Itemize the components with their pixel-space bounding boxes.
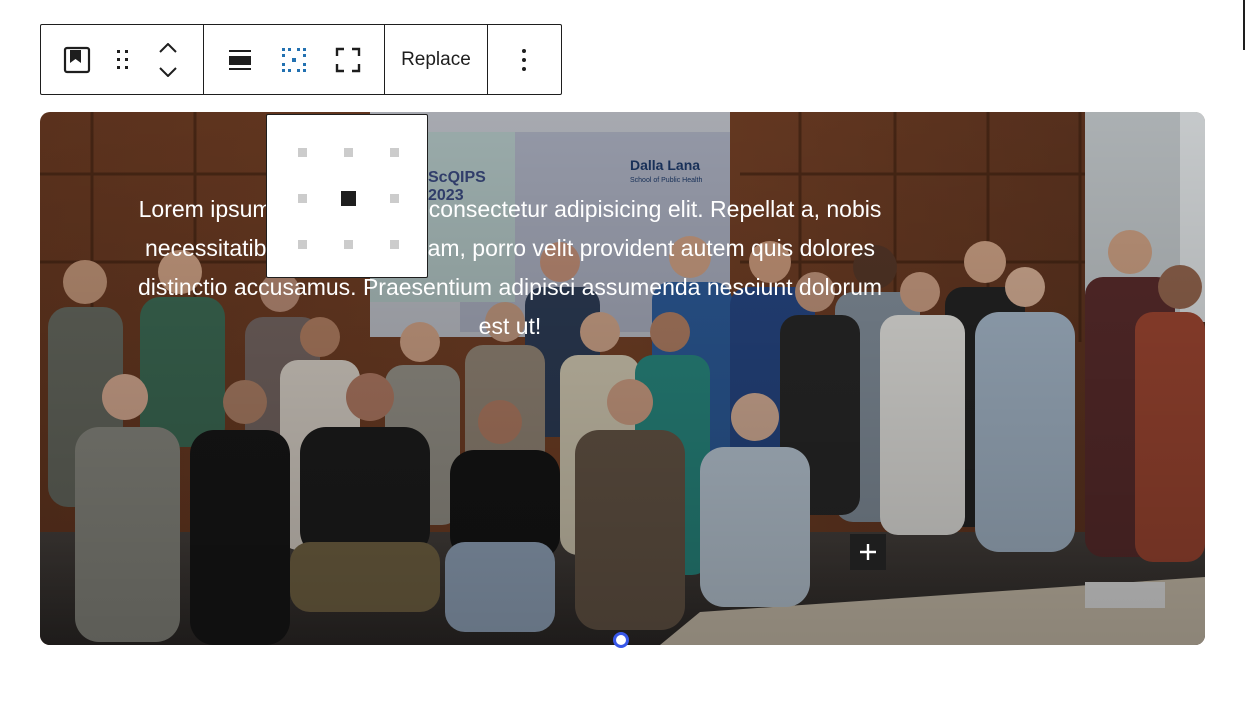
change-content-position-button[interactable]	[276, 25, 312, 94]
toolbar-group-layout	[204, 25, 385, 94]
position-dot	[389, 239, 399, 249]
position-top-right[interactable]	[371, 129, 417, 175]
align-icon	[229, 49, 251, 70]
position-dot	[297, 147, 307, 157]
position-bottom-left[interactable]	[279, 221, 325, 267]
chevron-up-icon[interactable]	[159, 42, 177, 53]
position-dot-selected	[340, 190, 356, 206]
drag-handle-button[interactable]	[113, 25, 133, 94]
position-center-center[interactable]	[325, 175, 371, 221]
full-height-button[interactable]	[312, 25, 384, 94]
move-buttons	[133, 25, 203, 94]
toolbar-group-options	[488, 25, 561, 94]
more-vertical-icon	[522, 48, 527, 71]
align-button[interactable]	[204, 25, 276, 94]
position-center-right[interactable]	[371, 175, 417, 221]
position-dot	[343, 147, 353, 157]
position-center-left[interactable]	[279, 175, 325, 221]
block-type-button[interactable]	[41, 25, 113, 94]
resize-handle[interactable]	[613, 632, 629, 648]
add-block-button[interactable]	[850, 534, 886, 570]
more-options-button[interactable]	[488, 25, 561, 94]
chevron-down-icon[interactable]	[159, 66, 177, 77]
fullscreen-icon	[335, 47, 361, 72]
position-dot	[297, 193, 307, 203]
block-toolbar: Replace	[40, 24, 562, 95]
drag-icon	[117, 49, 128, 69]
replace-button[interactable]: Replace	[385, 25, 487, 94]
position-bottom-right[interactable]	[371, 221, 417, 267]
cover-icon	[63, 46, 91, 73]
toolbar-group-block	[41, 25, 204, 94]
cover-paragraph[interactable]: Lorem ipsum dolor sit amet, consectetur …	[130, 190, 890, 346]
cover-block[interactable]: Dalla Lana School of Public Health ScQIP…	[40, 112, 1205, 645]
position-dot	[389, 193, 399, 203]
position-dot	[389, 147, 399, 157]
toolbar-group-media: Replace	[385, 25, 488, 94]
position-bottom-center[interactable]	[325, 221, 371, 267]
position-top-left[interactable]	[279, 129, 325, 175]
position-dot	[343, 239, 353, 249]
content-position-popover	[266, 114, 428, 278]
position-top-center[interactable]	[325, 129, 371, 175]
plus-icon	[860, 544, 876, 560]
position-grid-icon	[282, 47, 306, 72]
position-dot	[297, 239, 307, 249]
